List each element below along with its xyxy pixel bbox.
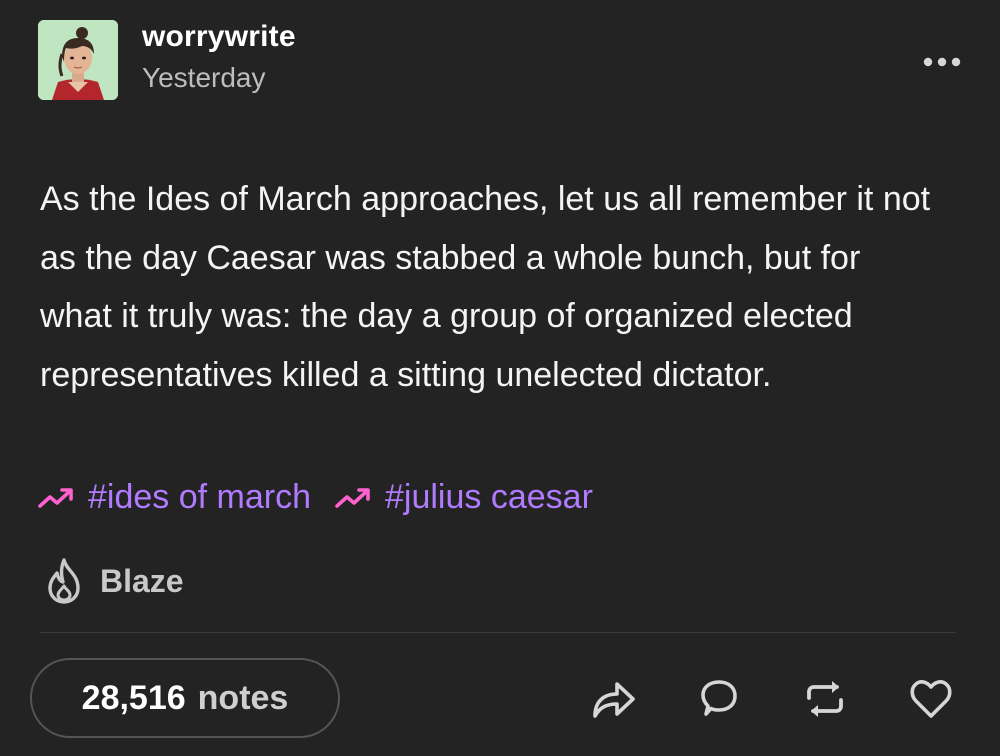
post-body-text: As the Ides of March approaches, let us … [40, 180, 931, 394]
more-options-button[interactable] [918, 52, 966, 72]
share-button[interactable] [588, 676, 638, 722]
notes-label: notes [197, 678, 289, 717]
like-button[interactable] [906, 676, 956, 722]
divider [40, 632, 956, 633]
share-icon [593, 682, 635, 718]
tag-label: #julius caesar [385, 478, 593, 516]
reblog-icon [807, 681, 843, 717]
tag-list: #ides of march #julius caesar [36, 478, 593, 517]
trending-icon [335, 487, 370, 508]
blaze-button[interactable]: Blaze [40, 556, 184, 606]
tag-label: #ides of march [88, 478, 311, 516]
flame-icon [48, 558, 80, 604]
notes-count: 28,516 [81, 678, 186, 717]
avatar-image [38, 20, 118, 100]
reply-button[interactable] [694, 676, 744, 722]
notes-button[interactable]: 28,516 notes [30, 658, 340, 738]
blaze-label: Blaze [100, 562, 184, 599]
tag-ides-of-march[interactable]: #ides of march [36, 478, 311, 517]
reply-icon [701, 680, 737, 716]
heart-icon [910, 680, 952, 718]
tag-julius-caesar[interactable]: #julius caesar [333, 478, 593, 517]
blog-name[interactable]: worrywrite [142, 20, 296, 54]
post-timestamp: Yesterday [142, 62, 266, 93]
ellipsis-icon [923, 57, 961, 67]
reblog-button[interactable] [800, 676, 850, 722]
post-card: worrywrite Yesterday As the Ides of Marc… [0, 0, 1000, 756]
trending-icon [38, 487, 73, 508]
avatar[interactable] [38, 20, 118, 100]
